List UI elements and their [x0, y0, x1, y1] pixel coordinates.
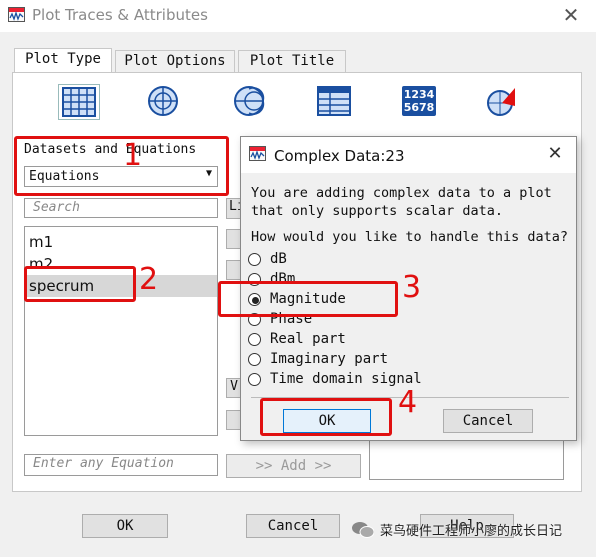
dialog-cancel-button[interactable]: Cancel: [443, 409, 533, 433]
cancel-button[interactable]: Cancel: [246, 514, 340, 538]
dialog-question: How would you like to handle this data?: [251, 229, 568, 245]
numeric-line-1: 1234: [403, 88, 435, 101]
annotation-box-2: [24, 266, 136, 302]
traces-list: [369, 440, 564, 480]
annotation-number-3: 3: [402, 270, 422, 305]
antenna-plot-icon[interactable]: [482, 84, 524, 120]
watermark-text: 菜鸟硬件工程师小廖的成长日记: [380, 524, 563, 539]
radio-label-real-part: Real part: [270, 331, 346, 347]
radio-db[interactable]: [248, 253, 261, 266]
annotation-box-3: [218, 281, 398, 317]
rectangular-plot-icon[interactable]: [58, 84, 100, 120]
polar-plot-icon[interactable]: [143, 84, 185, 120]
dialog-message-2: that only supports scalar data.: [251, 203, 503, 219]
dialog-title: Complex Data:23: [274, 147, 405, 165]
plot-traces-window: Plot Traces & Attributes ✕ Plot Type Plo…: [0, 0, 596, 557]
ok-button[interactable]: OK: [82, 514, 168, 538]
list-table-icon[interactable]: [314, 84, 356, 120]
dialog-close-icon[interactable]: ✕: [544, 143, 566, 165]
annotation-number-4: 4: [398, 385, 418, 420]
dialog-title-bar: Complex Data:23 ✕: [241, 137, 576, 173]
dialog-waveform-icon: [249, 146, 266, 161]
radio-label-db: dB: [270, 251, 287, 267]
annotation-number-2: 2: [139, 262, 159, 297]
radio-imaginary-part[interactable]: [248, 353, 261, 366]
smith-chart-icon[interactable]: [229, 84, 271, 120]
radio-label-imaginary-part: Imaginary part: [270, 351, 389, 367]
title-bar: Plot Traces & Attributes ✕: [0, 0, 596, 32]
numeric-line-2: 5678: [403, 101, 435, 114]
dialog-message-1: You are adding complex data to a plot: [251, 185, 552, 201]
app-waveform-icon: [8, 7, 25, 22]
annotation-box-1: [14, 136, 229, 196]
annotation-box-4: [260, 398, 392, 436]
numeric-table-badge: 1234 5678: [402, 86, 436, 116]
tab-plot-type[interactable]: Plot Type: [14, 48, 112, 72]
list-item-m1[interactable]: m1: [25, 231, 217, 253]
close-icon[interactable]: ✕: [560, 4, 582, 26]
annotation-number-1: 1: [123, 138, 143, 173]
datasets-list: m1 m2 specrum: [24, 226, 218, 436]
search-input[interactable]: Search: [24, 198, 218, 218]
radio-time-domain[interactable]: [248, 373, 261, 386]
tab-plot-options[interactable]: Plot Options: [115, 50, 235, 72]
tab-plot-title[interactable]: Plot Title: [238, 50, 346, 72]
window-title: Plot Traces & Attributes: [32, 6, 208, 24]
numeric-table-icon[interactable]: 1234 5678: [398, 84, 440, 120]
add-button[interactable]: >> Add >>: [226, 454, 361, 478]
radio-real-part[interactable]: [248, 333, 261, 346]
equation-input[interactable]: Enter any Equation: [24, 454, 218, 476]
wechat-icon: [352, 521, 375, 539]
